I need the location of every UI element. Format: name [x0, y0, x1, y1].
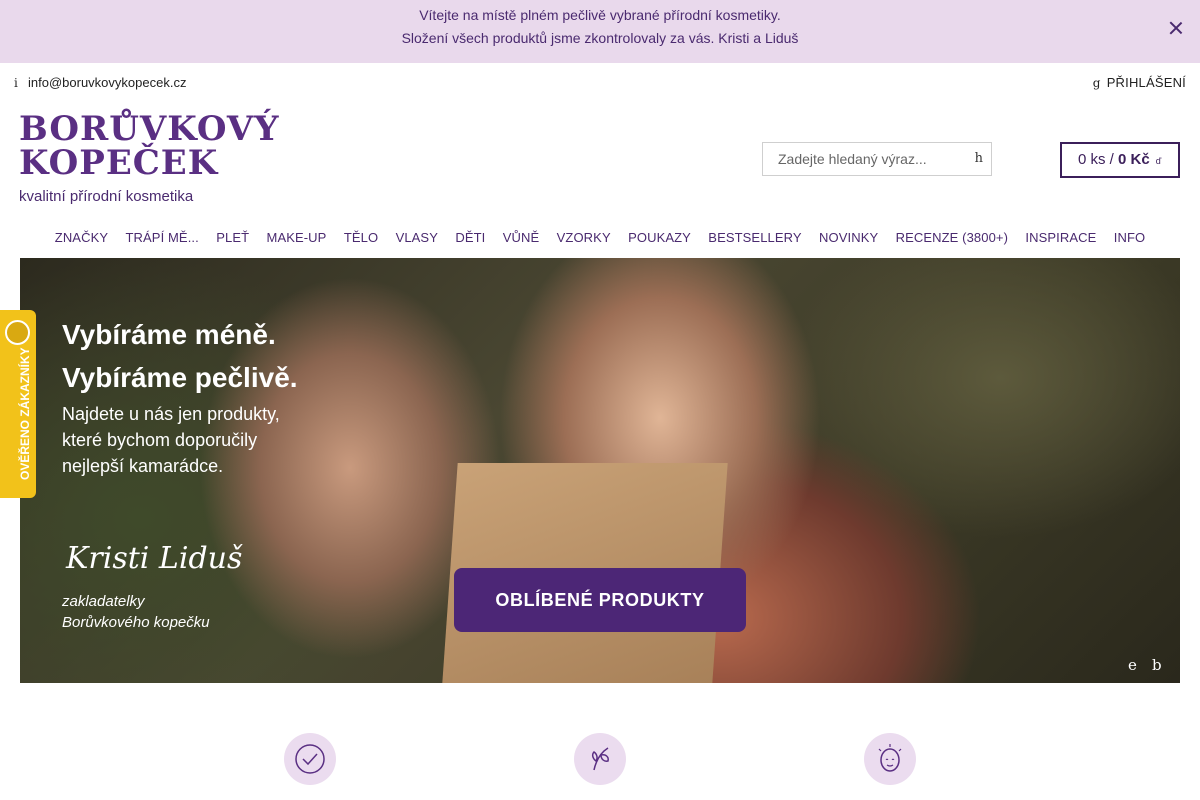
- nav-item-znacky[interactable]: ZNAČKY: [46, 226, 117, 258]
- hero-text-2: které bychom doporučily: [62, 430, 258, 450]
- logo-tagline: kvalitní přírodní kosmetika: [19, 188, 194, 205]
- leaf-icon: [591, 747, 609, 771]
- nav-item-vzorky[interactable]: VZORKY: [548, 226, 619, 258]
- hero-banner[interactable]: Vybíráme méně. Vybíráme pečlivě. Najdete…: [20, 258, 1180, 683]
- feature-leaf: [574, 733, 626, 785]
- nav-item-inspirace[interactable]: INSPIRACE: [1017, 226, 1105, 258]
- nav-item-plet[interactable]: PLEŤ: [208, 226, 258, 258]
- logo-line-2: KOPEČEK: [19, 143, 219, 183]
- verified-label: OVĚŘENO ZÁKAZNÍKY: [18, 347, 32, 480]
- favorite-products-button[interactable]: OBLÍBENÉ PRODUKTY: [454, 568, 746, 632]
- nav-item-info[interactable]: INFO: [1105, 226, 1154, 258]
- hero-headline: Vybíráme méně. Vybíráme pečlivě.: [62, 313, 298, 399]
- feature-face-care: [864, 733, 916, 785]
- hero-headline-1: Vybíráme méně.: [62, 319, 276, 350]
- cart-separator: /: [1105, 151, 1119, 168]
- site-logo[interactable]: BORŮVKOVÝ KOPEČEK kvalitní přírodní kosm…: [19, 109, 280, 207]
- nav-item-make-up[interactable]: MAKE-UP: [258, 226, 335, 258]
- cart-arrow-icon: ď: [1155, 156, 1162, 166]
- announcement-bar: Vítejte na místě plném pečlivě vybrané p…: [0, 0, 1200, 63]
- nav-item-vlasy[interactable]: VLASY: [387, 226, 447, 258]
- nav-item-deti[interactable]: DĚTI: [447, 226, 494, 258]
- hero-founders: zakladatelky Borůvkového kopečku: [62, 591, 210, 633]
- slider-next-icon[interactable]: b: [1152, 656, 1162, 674]
- hero-founders-1: zakladatelky: [62, 593, 145, 610]
- hero-founders-2: Borůvkového kopečku: [62, 614, 210, 631]
- info-icon: i: [14, 76, 18, 90]
- email-text: info@boruvkovykopecek.cz: [28, 75, 187, 90]
- hero-headline-2: Vybíráme pečlivě.: [62, 362, 298, 393]
- verified-customers-badge[interactable]: OVĚŘENO ZÁKAZNÍKY: [0, 310, 36, 498]
- search-box: h: [762, 142, 992, 176]
- user-icon: g: [1092, 76, 1101, 90]
- heureka-seal-icon: [5, 320, 30, 345]
- hero-signature: Kristi Liduš: [66, 541, 243, 576]
- top-bar: i info@boruvkovykopecek.cz g PŘIHLÁŠENÍ: [0, 63, 1200, 101]
- hero-text-1: Najdete u nás jen produkty,: [62, 404, 280, 424]
- hero-text-3: nejlepší kamarádce.: [62, 456, 224, 476]
- main-nav: ZNAČKY TRÁPÍ MĚ... PLEŤ MAKE-UP TĚLO VLA…: [0, 226, 1200, 258]
- nav-item-recenze[interactable]: RECENZE (3800+): [887, 226, 1017, 258]
- login-link[interactable]: g PŘIHLÁŠENÍ: [1093, 75, 1186, 90]
- nav-item-poukazy[interactable]: POUKAZY: [619, 226, 699, 258]
- logo-line-1: BORŮVKOVÝ: [19, 109, 280, 149]
- feature-checkmark: [284, 733, 336, 785]
- hero-text: Najdete u nás jen produkty, které bychom…: [62, 401, 280, 479]
- cart-count: 0 ks: [1078, 151, 1106, 168]
- nav-item-trapi-me[interactable]: TRÁPÍ MĚ...: [117, 226, 208, 258]
- nav-item-bestsellery[interactable]: BESTSELLERY: [700, 226, 811, 258]
- face-care-icon: [878, 744, 902, 772]
- login-text: PŘIHLÁŠENÍ: [1106, 75, 1186, 90]
- contact-email-link[interactable]: i info@boruvkovykopecek.cz: [14, 75, 186, 90]
- announcement-line-1: Vítejte na místě plném pečlivě vybrané p…: [419, 7, 781, 23]
- slider-prev-icon[interactable]: e: [1128, 656, 1137, 674]
- nav-item-novinky[interactable]: NOVINKY: [810, 226, 887, 258]
- cart-total: 0 Kč: [1118, 151, 1150, 168]
- nav-item-telo[interactable]: TĚLO: [335, 226, 387, 258]
- nav-item-vune[interactable]: VŮNĚ: [494, 226, 548, 258]
- search-icon[interactable]: h: [975, 151, 983, 166]
- checkmark-circle-icon: [295, 744, 325, 774]
- search-input[interactable]: [763, 143, 953, 175]
- close-icon[interactable]: [1168, 20, 1184, 36]
- cart-button[interactable]: 0 ks / 0 Kč ď: [1060, 142, 1180, 178]
- announcement-line-2: Složení všech produktů jsme zkontroloval…: [401, 30, 799, 46]
